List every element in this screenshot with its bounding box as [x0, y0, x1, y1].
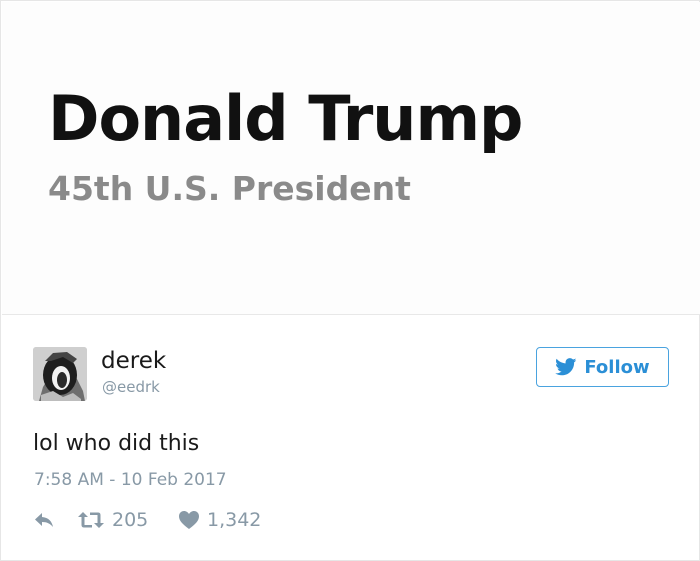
- avatar-image: [33, 347, 87, 401]
- twitter-bird-icon: [555, 358, 577, 376]
- like-button[interactable]: 1,342: [178, 506, 261, 534]
- retweet-count: 205: [112, 509, 149, 531]
- image-title: Donald Trump: [48, 82, 523, 155]
- avatar[interactable]: [33, 347, 87, 401]
- tweet-card: Donald Trump 45th U.S. President derek @…: [0, 0, 700, 561]
- retweet-button[interactable]: 205: [77, 506, 148, 534]
- tweet-image[interactable]: Donald Trump 45th U.S. President: [2, 2, 700, 315]
- like-count: 1,342: [207, 509, 262, 531]
- tweet-timestamp[interactable]: 7:58 AM - 10 Feb 2017: [34, 470, 227, 490]
- heart-icon: [179, 511, 199, 529]
- display-name[interactable]: derek: [101, 348, 166, 374]
- follow-button[interactable]: Follow: [536, 347, 669, 387]
- reply-icon: [35, 513, 53, 527]
- user-handle[interactable]: @eedrk: [102, 378, 160, 396]
- tweet-text: lol who did this: [33, 431, 200, 456]
- follow-label: Follow: [584, 356, 650, 378]
- retweet-icon: [78, 512, 104, 528]
- image-subtitle: 45th U.S. President: [48, 169, 411, 208]
- reply-button[interactable]: [33, 506, 55, 534]
